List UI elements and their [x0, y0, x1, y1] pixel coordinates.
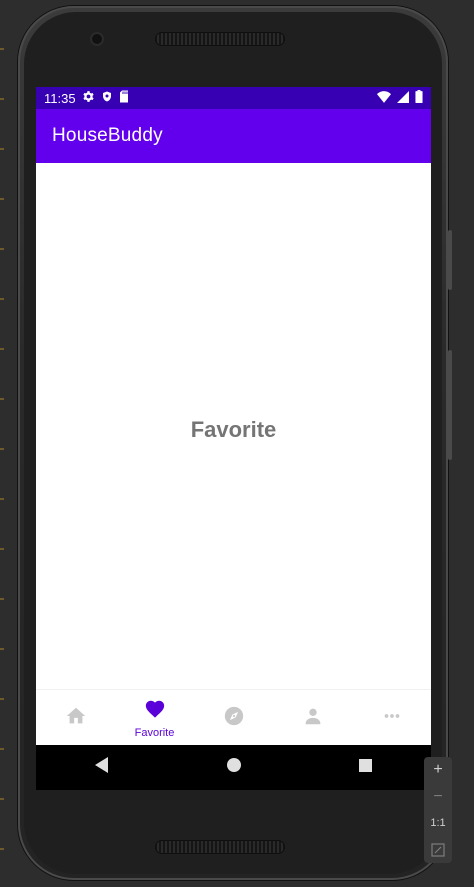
status-bar: 11:35	[36, 87, 431, 109]
nav-item-more[interactable]	[352, 690, 431, 746]
nav-item-home[interactable]	[36, 690, 115, 746]
status-left: 11:35	[44, 90, 129, 106]
back-icon[interactable]	[94, 756, 110, 779]
zoom-in-button[interactable]: +	[428, 760, 448, 780]
emulator-side-toolbar: + − 1:1	[424, 757, 452, 863]
emulator-stage: 11:35 HouseBuddy Favorite Favorite + − 1…	[0, 0, 474, 887]
signal-icon	[397, 90, 409, 106]
system-navigation-bar	[36, 745, 431, 790]
app-title: HouseBuddy	[52, 125, 163, 146]
gear-icon	[82, 90, 95, 106]
compass-icon	[223, 705, 245, 732]
heart-icon	[144, 698, 166, 725]
volume-button[interactable]	[448, 350, 452, 460]
top-speaker	[155, 32, 285, 46]
home-icon	[65, 705, 87, 732]
person-icon	[302, 705, 324, 732]
left-guide	[0, 0, 4, 887]
nav-item-profile[interactable]	[273, 690, 352, 746]
wifi-icon	[377, 90, 391, 106]
content-label: Favorite	[190, 417, 277, 442]
bottom-navigation: Favorite	[36, 689, 431, 746]
home-circle-icon[interactable]	[226, 757, 242, 778]
sd-card-icon	[119, 90, 129, 106]
fit-screen-icon[interactable]	[428, 840, 448, 860]
zoom-out-button[interactable]: −	[428, 787, 448, 807]
nav-label-favorite: Favorite	[134, 726, 175, 739]
power-button[interactable]	[448, 230, 452, 290]
device-screen: 11:35 HouseBuddy Favorite Favorite	[36, 87, 431, 790]
status-right	[377, 90, 423, 106]
recents-square-icon[interactable]	[358, 758, 373, 778]
shield-icon	[101, 90, 113, 106]
front-camera	[92, 34, 102, 44]
app-bar: HouseBuddy	[36, 109, 431, 163]
nav-item-favorite[interactable]: Favorite	[115, 690, 194, 746]
status-time: 11:35	[44, 90, 76, 106]
nav-item-explore[interactable]	[194, 690, 273, 746]
battery-icon	[415, 90, 423, 106]
fragment-content: Favorite	[36, 163, 431, 689]
more-horizontal-icon	[381, 705, 403, 732]
actual-size-button[interactable]: 1:1	[428, 813, 448, 833]
bottom-speaker	[155, 840, 285, 854]
